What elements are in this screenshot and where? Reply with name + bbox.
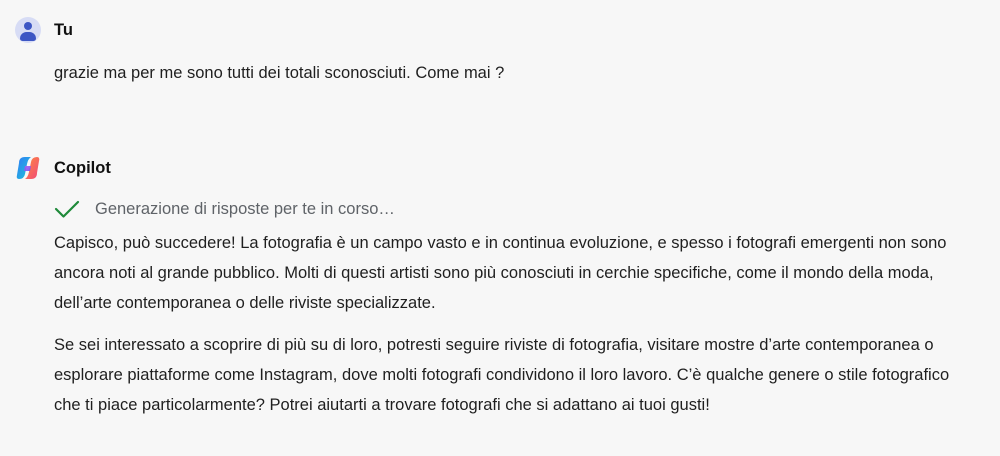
user-author-name: Tu [54,21,73,39]
generation-status: Generazione di risposte per te in corso… [54,198,395,220]
user-avatar-icon [15,17,41,43]
check-icon [54,200,80,218]
response-paragraph: Capisco, può succedere! La fotografia è … [54,234,947,312]
assistant-author-name: Copilot [54,159,111,177]
status-text: Generazione di risposte per te in corso… [95,199,395,218]
assistant-message-text: Capisco, può succedere! La fotografia è … [54,228,954,432]
copilot-logo-icon [15,155,41,181]
response-paragraph: Se sei interessato a scoprire di più su … [54,336,950,414]
user-message-text: grazie ma per me sono tutti dei totali s… [54,64,505,82]
